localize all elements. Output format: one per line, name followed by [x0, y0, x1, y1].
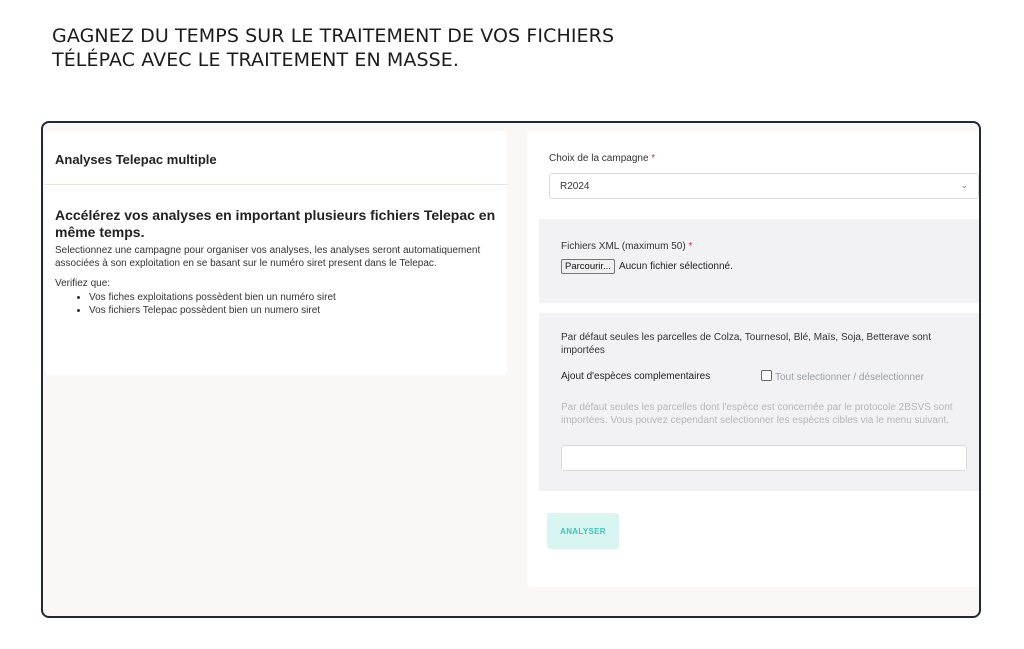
info-card-title: Accélérez vos analyses en important plus…	[55, 207, 496, 240]
xml-files-label-text: Fichiers XML (maximum 50)	[561, 241, 686, 252]
required-mark: *	[651, 153, 656, 164]
browse-button[interactable]: Parcourir...	[561, 259, 615, 274]
headline-line-1: GAGNEZ DU TEMPS SUR LE TRAITEMENT DE VOS…	[52, 25, 615, 47]
xml-files-label: Fichiers XML (maximum 50) *	[561, 241, 692, 252]
species-hint: Par défaut seules les parcelles dont l'e…	[561, 402, 953, 426]
species-panel: Par défaut seules les parcelles de Colza…	[539, 313, 979, 491]
info-card-description: Selectionnez une campagne pour organiser…	[55, 245, 481, 269]
select-all-checkbox[interactable]	[761, 370, 772, 381]
no-file-text: Aucun fichier sélectionné.	[618, 261, 733, 272]
verify-item: Vos fiches exploitations possèdent bien …	[89, 291, 497, 304]
verify-list: Vos fiches exploitations possèdent bien …	[55, 291, 497, 317]
info-card-header: Analyses Telepac multiple	[45, 131, 507, 185]
campaign-label: Choix de la campagne *	[549, 153, 655, 164]
info-card: Analyses Telepac multiple Accélérez vos …	[45, 131, 507, 375]
select-all-label: Tout selectionner / déselectionner	[775, 372, 924, 383]
extra-species-label: Ajout d'espèces complementaires	[561, 371, 711, 382]
species-select-input[interactable]	[561, 445, 967, 471]
app-screenshot-frame: Analyses Telepac multiple Accélérez vos …	[41, 121, 981, 618]
verify-label: Verifiez que:	[55, 278, 111, 289]
campaign-select[interactable]: R2024 ⌄	[549, 173, 979, 199]
default-species-note: Par défaut seules les parcelles de Colza…	[561, 332, 932, 356]
import-form-card: Choix de la campagne * R2024 ⌄ Fichiers …	[527, 131, 979, 587]
campaign-select-value: R2024	[560, 181, 590, 192]
select-all-toggle[interactable]: Tout selectionner / déselectionner	[761, 370, 924, 383]
chevron-down-icon: ⌄	[960, 180, 968, 190]
page-headline: GAGNEZ DU TEMPS SUR LE TRAITEMENT DE VOS…	[52, 24, 614, 72]
required-mark: *	[688, 241, 693, 252]
file-input: Parcourir... Aucun fichier sélectionné.	[561, 259, 733, 274]
headline-line-2: TÉLÉPAC AVEC LE TRAITEMENT EN MASSE.	[52, 49, 460, 71]
campaign-label-text: Choix de la campagne	[549, 153, 649, 164]
analyze-button[interactable]: ANALYSER	[547, 513, 619, 549]
xml-upload-panel: Fichiers XML (maximum 50) * Parcourir...…	[539, 219, 979, 303]
verify-item: Vos fichiers Telepac possèdent bien un n…	[89, 304, 497, 317]
